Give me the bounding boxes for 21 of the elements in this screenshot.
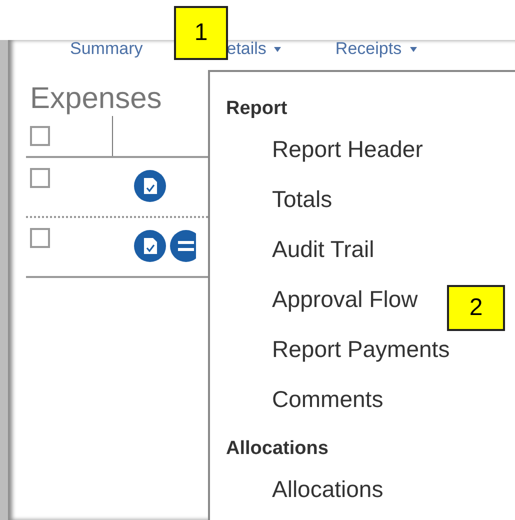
section-title: Expenses bbox=[30, 82, 163, 116]
menu-item[interactable]: Report Payments bbox=[272, 338, 450, 360]
nav-tab[interactable]: etails bbox=[226, 40, 282, 59]
checkbox[interactable] bbox=[30, 126, 50, 146]
list-icon[interactable] bbox=[170, 230, 196, 262]
receipt-icon[interactable] bbox=[134, 230, 166, 262]
menu-item[interactable]: Comments bbox=[272, 388, 384, 410]
checkbox[interactable] bbox=[30, 228, 50, 248]
menu-item[interactable]: Report Header bbox=[272, 138, 423, 160]
menu-item[interactable]: Approval Flow bbox=[272, 288, 418, 310]
callout-badge: 1 bbox=[174, 6, 228, 60]
checkbox[interactable] bbox=[30, 168, 50, 188]
nav-tab[interactable]: Receipts bbox=[335, 40, 417, 59]
menu-item[interactable]: Allocations bbox=[272, 478, 384, 500]
menu-section-heading: Report bbox=[226, 98, 288, 121]
callout-badge: 2 bbox=[447, 285, 505, 331]
receipt-icon[interactable] bbox=[134, 170, 166, 202]
menu-item[interactable]: Audit Trail bbox=[272, 238, 374, 260]
nav-tab[interactable]: Summary bbox=[70, 40, 143, 59]
menu-item[interactable]: Totals bbox=[272, 188, 332, 210]
menu-section-heading: Allocations bbox=[226, 438, 330, 461]
